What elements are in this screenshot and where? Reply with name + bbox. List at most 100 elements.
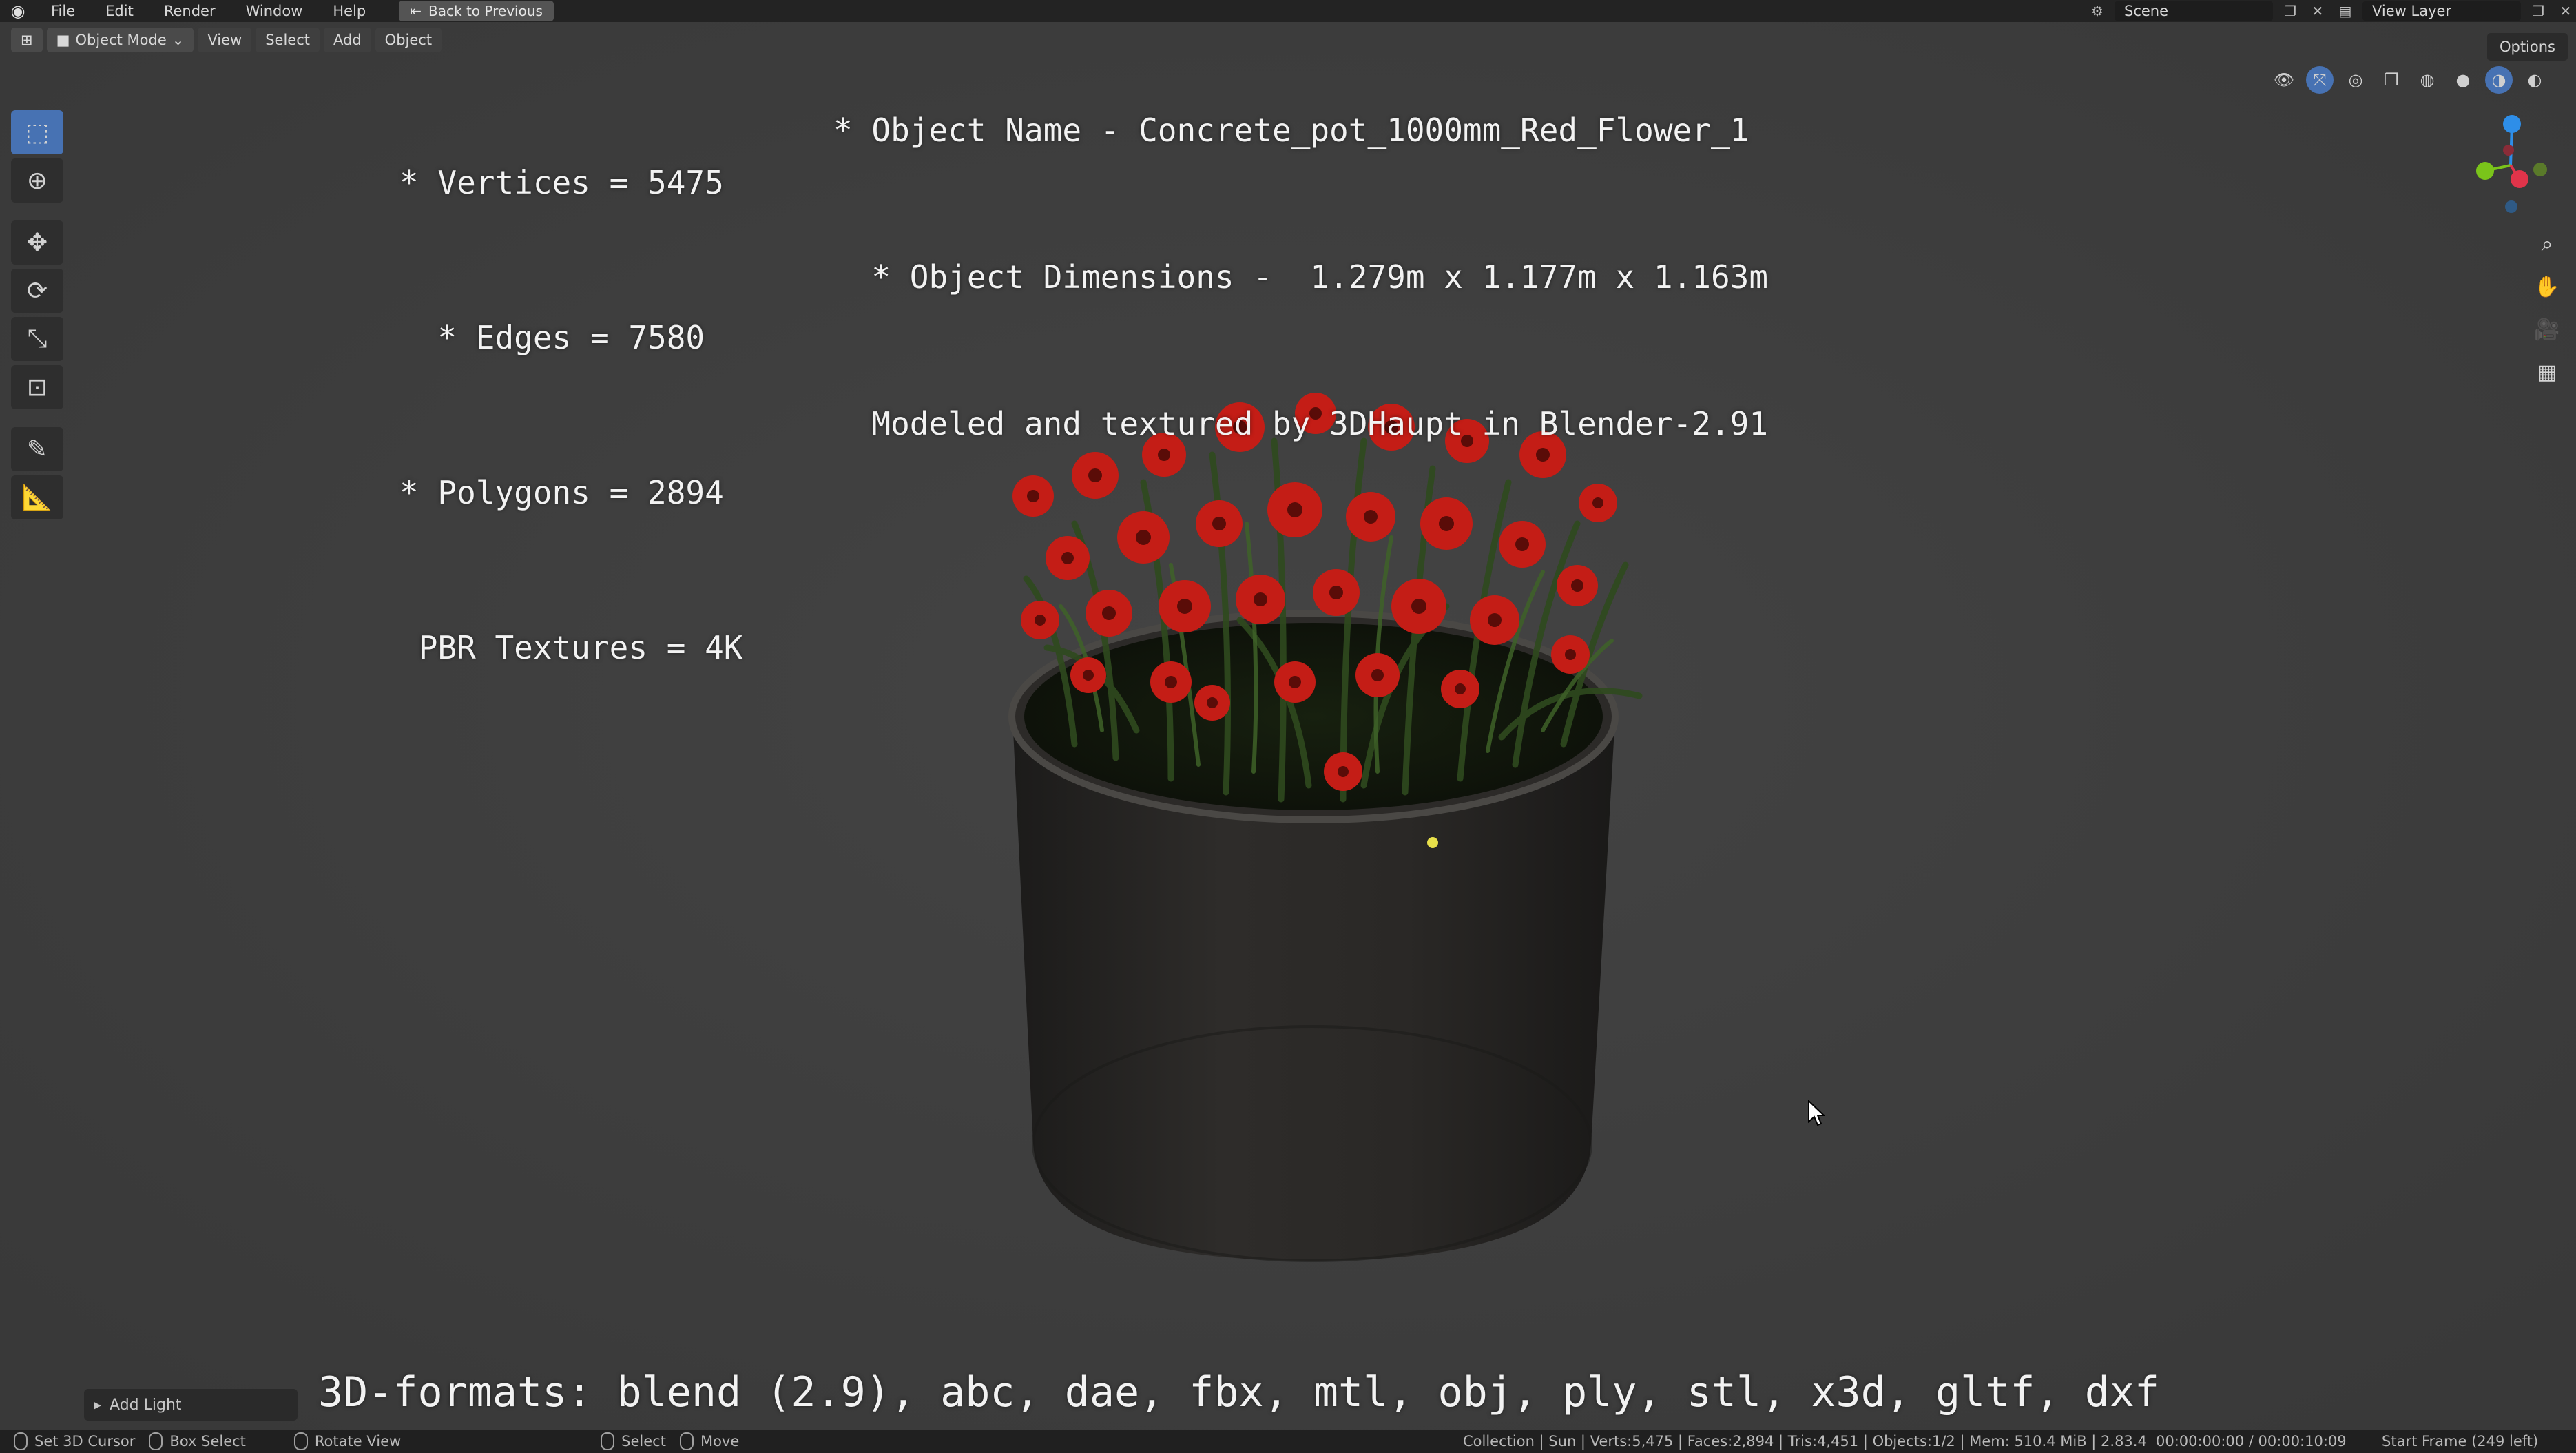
light-origin-dot xyxy=(1427,837,1438,848)
menu-help[interactable]: Help xyxy=(318,0,381,22)
rotate-icon: ⟳ xyxy=(26,276,48,305)
flower-head xyxy=(1196,500,1243,547)
scale-tool[interactable]: ⤡ xyxy=(11,317,63,361)
header-menu-add[interactable]: Add xyxy=(324,28,371,52)
stat-textures: PBR Textures = 4K xyxy=(399,629,743,666)
menu-render[interactable]: Render xyxy=(149,0,231,22)
object-name-text: * Object Name - Concrete_pot_1000mm_Red_… xyxy=(833,112,1749,149)
move-arrows-icon: ✥ xyxy=(26,228,48,257)
timecode: 00:00:00:00 / 00:00:10:09 xyxy=(2156,1433,2347,1450)
status-action-label: Move xyxy=(700,1433,740,1450)
flower-head xyxy=(1499,521,1546,568)
pan-hand-icon[interactable]: ✋ xyxy=(2531,270,2564,303)
cursor-tool[interactable]: ⊕ xyxy=(11,158,63,203)
transform-icon: ⊡ xyxy=(26,373,48,402)
status-bar: Set 3D Cursor Box Select Rotate View Sel… xyxy=(0,1430,2576,1453)
header-menu-select[interactable]: Select xyxy=(256,28,320,52)
rotate-tool[interactable]: ⟳ xyxy=(11,269,63,313)
rendered-shading-icon[interactable]: ◐ xyxy=(2521,66,2548,94)
xray-toggle-icon[interactable]: ❒ xyxy=(2378,66,2405,94)
chevron-down-icon: ⌄ xyxy=(172,32,185,48)
scene-name-field[interactable]: Scene xyxy=(2115,1,2273,21)
flower-head xyxy=(1355,653,1400,697)
flower-head xyxy=(1391,579,1446,634)
status-action-label: Select xyxy=(621,1433,666,1450)
back-to-previous-button[interactable]: ⇤ Back to Previous xyxy=(399,1,554,21)
delete-view-layer-icon[interactable]: ✕ xyxy=(2555,1,2576,21)
flower-head xyxy=(1070,657,1106,693)
menu-window[interactable]: Window xyxy=(231,0,318,22)
cursor-arrow-icon: ⬚ xyxy=(25,118,49,147)
flower-head xyxy=(1117,511,1170,564)
mode-label: Object Mode xyxy=(75,32,167,48)
scene-statistics: Collection | Sun | Verts:5,475 | Faces:2… xyxy=(1463,1433,2147,1450)
mouse-drag-icon xyxy=(149,1432,163,1450)
measure-tool[interactable]: 📐 xyxy=(11,475,63,519)
back-icon: ⇤ xyxy=(410,3,422,19)
status-action-label: Box Select xyxy=(169,1433,246,1450)
mode-dropdown[interactable]: ■ Object Mode ⌄ xyxy=(46,28,194,52)
menu-file[interactable]: File xyxy=(36,0,90,22)
flower-head xyxy=(1420,497,1473,550)
editor-type-button[interactable]: ⊞ xyxy=(11,28,43,52)
transform-tool[interactable]: ⊡ xyxy=(11,365,63,409)
object-mode-icon: ■ xyxy=(56,32,70,48)
gizmo-x-icon xyxy=(2511,170,2528,188)
mouse-left-icon xyxy=(14,1432,28,1450)
new-scene-icon[interactable]: ❐ xyxy=(2280,1,2300,21)
flower-head xyxy=(1470,595,1519,645)
flower-head xyxy=(1551,635,1590,674)
blender-logo-icon[interactable]: ◉ xyxy=(0,0,36,22)
editor-type-icon: ⊞ xyxy=(21,32,33,48)
flower-head xyxy=(1086,590,1132,637)
flower-head xyxy=(1159,580,1211,632)
zoom-icon[interactable]: ⌕ xyxy=(2531,227,2564,260)
status-action-select: Select xyxy=(401,1432,666,1450)
overlay-toggle-icon[interactable]: ◎ xyxy=(2342,66,2369,94)
grid-perspective-icon[interactable]: ▦ xyxy=(2531,355,2564,389)
last-operator-panel[interactable]: ▸ Add Light xyxy=(84,1389,298,1421)
menu-edit[interactable]: Edit xyxy=(90,0,149,22)
viewport-navigation-buttons: ⌕ ✋ 🎥 ▦ xyxy=(2531,227,2564,389)
options-label: Options xyxy=(2499,39,2555,55)
new-view-layer-icon[interactable]: ❐ xyxy=(2528,1,2548,21)
object-info-overlay: * Object Name - Concrete_pot_1000mm_Red_… xyxy=(833,8,1768,497)
credit-text: Modeled and textured by 3DHaupt in Blend… xyxy=(833,405,1769,442)
header-menu-view[interactable]: View xyxy=(198,28,252,52)
options-dropdown[interactable]: Options xyxy=(2486,33,2568,61)
material-shading-icon[interactable]: ◑ xyxy=(2485,66,2513,94)
crosshair-icon: ⊕ xyxy=(26,166,48,195)
flower-head xyxy=(1313,569,1360,616)
flower-head xyxy=(1557,565,1598,606)
frame-info: Start Frame (249 left) xyxy=(2382,1433,2539,1450)
header-menu-object[interactable]: Object xyxy=(375,28,442,52)
mouse-left-icon xyxy=(601,1432,615,1450)
back-to-previous-label: Back to Previous xyxy=(428,3,543,19)
flower-head xyxy=(1324,752,1362,791)
visibility-icon[interactable]: 👁 xyxy=(2270,66,2298,94)
flower-head xyxy=(1346,492,1395,542)
solid-shading-icon[interactable]: ● xyxy=(2449,66,2477,94)
scene-icon[interactable]: ⚙ xyxy=(2087,1,2108,21)
viewport-shading-controls: 👁 ⤧ ◎ ❒ ◍ ● ◑ ◐ xyxy=(2270,66,2548,94)
gizmo-y-icon xyxy=(2476,162,2494,180)
ruler-icon: 📐 xyxy=(21,484,53,512)
delete-scene-icon[interactable]: ✕ xyxy=(2307,1,2328,21)
expand-triangle-icon: ▸ xyxy=(94,1396,102,1414)
object-dimensions-text: * Object Dimensions - 1.279m x 1.177m x … xyxy=(833,258,1769,296)
scale-icon: ⤡ xyxy=(27,324,48,353)
select-box-tool[interactable]: ⬚ xyxy=(11,110,63,154)
status-action-box-select: Box Select xyxy=(135,1432,246,1450)
gizmo-toggle-icon[interactable]: ⤧ xyxy=(2306,66,2334,94)
annotate-tool[interactable]: ✎ xyxy=(11,427,63,471)
stat-edges: * Edges = 7580 xyxy=(399,319,705,356)
navigation-gizmo[interactable] xyxy=(2459,110,2562,214)
view-layer-field[interactable]: View Layer xyxy=(2362,1,2521,21)
camera-icon[interactable]: 🎥 xyxy=(2531,313,2564,346)
move-tool[interactable]: ✥ xyxy=(11,220,63,265)
operator-label: Add Light xyxy=(110,1396,182,1414)
wireframe-shading-icon[interactable]: ◍ xyxy=(2413,66,2441,94)
scene-selector-area: ⚙ Scene ❐ ✕ ▤ View Layer ❐ ✕ xyxy=(2087,0,2576,22)
view-layer-icon[interactable]: ▤ xyxy=(2335,1,2356,21)
status-action-set-cursor: Set 3D Cursor xyxy=(0,1432,135,1450)
